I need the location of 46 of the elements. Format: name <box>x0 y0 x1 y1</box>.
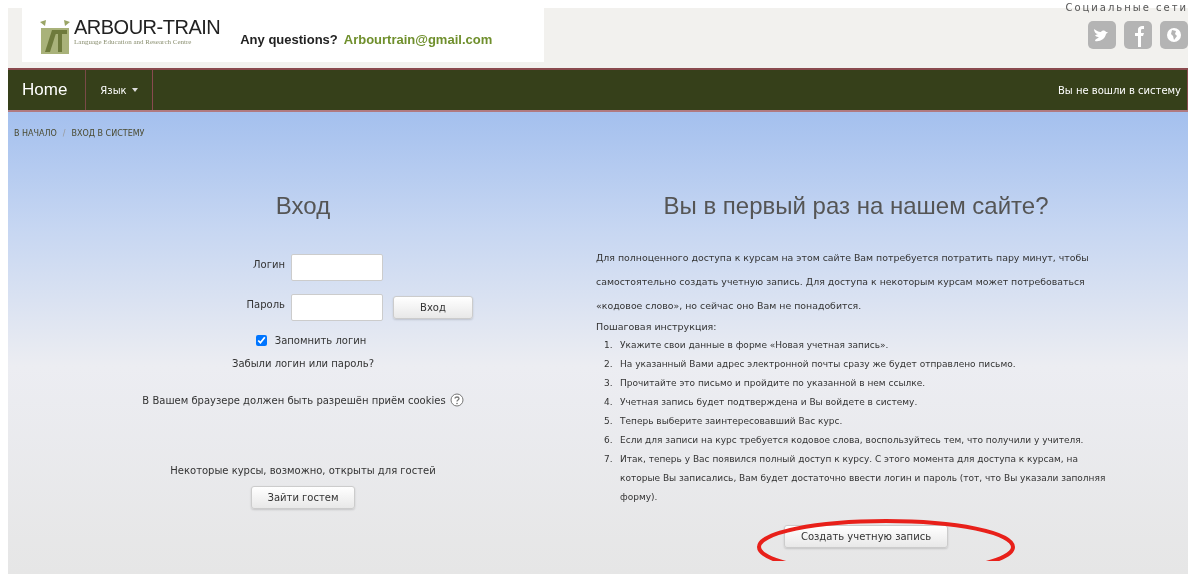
step-text: Прочитайте это письмо и пройдите по указанной в нем ссылке. <box>620 377 927 390</box>
breadcrumb-link[interactable]: ВХОД В СИСТЕМУ <box>71 129 145 138</box>
intro-text: Для полноценного доступа к курсам на этом сайте Вам потребуется потратить пару минут, чтобы самостоятельно создать учетную запись. Для доступа к некоторым курсам может потребоваться «кодовое слово», но сейчас оно Вам не понадобится. <box>596 251 1090 313</box>
step-text: Учетная запись будет подтверждена и Вы войдете в систему. <box>620 396 919 409</box>
create-account-button[interactable]: Создать учетную запись <box>783 525 949 548</box>
input-field[interactable] <box>291 254 383 281</box>
signup-heading: Вы в первый раз на нашем сайте? <box>662 192 1050 220</box>
step-number: 7. <box>604 453 614 466</box>
field-label: Пароль <box>245 299 285 310</box>
guest-button[interactable]: Зайти гостем <box>250 486 356 509</box>
step-number: 6. <box>604 434 614 447</box>
login-heading: Вход <box>275 192 331 220</box>
help-icon[interactable] <box>449 393 464 407</box>
home-link[interactable]: Home <box>8 70 87 110</box>
steps-heading: Пошаговая инструкция: <box>596 320 718 334</box>
email-link[interactable]: Arbourtrain@gmail.com <box>343 31 493 47</box>
step-number: 2. <box>604 358 614 371</box>
brand-name: ARBOUR-TRAIN <box>74 16 221 38</box>
question-text: Any questions? <box>240 31 338 47</box>
language-menu[interactable]: Язык <box>86 70 153 110</box>
guest-note: Некоторые курсы, возможно, открыты для гостей <box>170 465 436 476</box>
step-number: 5. <box>604 415 614 428</box>
social-icon[interactable] <box>1088 21 1116 49</box>
logo-mark-drawing <box>38 20 72 54</box>
step-text: Если для записи на курс требуется кодовое слова, воспользуйтесь тем, что получили у учителя. <box>620 434 1085 447</box>
social-title: Социальные сети <box>1065 2 1188 13</box>
checkbox[interactable] <box>255 335 267 346</box>
forgot-link[interactable]: Забыли логин или пароль? <box>232 358 374 369</box>
step-number: 3. <box>604 377 614 390</box>
cookies-note: В Вашем браузере должен быть разрешён приём cookies <box>142 394 446 406</box>
step-number: 4. <box>604 396 614 409</box>
breadcrumb-link[interactable]: В НАЧАЛО <box>14 129 57 138</box>
breadcrumb-separator: / <box>62 129 66 138</box>
social-icon[interactable] <box>1160 21 1188 49</box>
step-text: Теперь выберите заинтересовавший Вас курс. <box>620 415 844 428</box>
step-text: Итак, теперь у Вас появился полный доступ к курсу. С этого момента для доступа к курсам, на которые Вы записались, Вам будет достаточно ввести логин и пароль (тот, что Вы указали заполняя форму). <box>620 453 1107 504</box>
caret-icon <box>131 88 138 92</box>
field-label: Логин <box>252 259 285 270</box>
step-number: 1. <box>604 339 614 352</box>
input-field[interactable] <box>291 294 383 321</box>
step-text: На указанный Вами адрес электронной почты сразу же будет отправлено письмо. <box>620 358 1017 371</box>
login-status: Вы не вошли в систему <box>1057 70 1188 110</box>
login-button[interactable]: Вход <box>393 296 473 319</box>
step-text: Укажите свои данные в форме «Новая учетная запись». <box>620 339 890 352</box>
social-icon[interactable] <box>1124 21 1152 49</box>
checkbox-label: Запомнить логин <box>274 335 367 346</box>
